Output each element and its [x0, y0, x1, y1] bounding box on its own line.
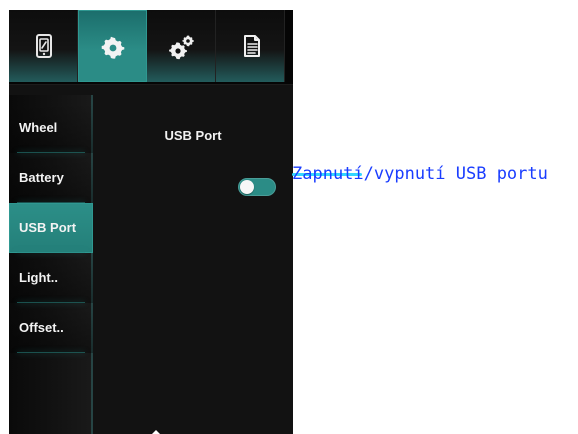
sidebar-item-label: Light..	[19, 270, 58, 285]
tab-advanced-settings[interactable]	[147, 10, 216, 82]
sidebar-item-wheel[interactable]: Wheel	[9, 103, 93, 153]
tab-phone[interactable]	[9, 10, 78, 82]
toggle-knob	[240, 180, 254, 194]
usb-port-toggle[interactable]	[238, 178, 276, 196]
sidebar-item-label: USB Port	[19, 220, 77, 235]
gear-icon	[98, 31, 128, 61]
main-panel: USB Port	[93, 95, 293, 434]
scroll-up-icon[interactable]	[149, 422, 163, 434]
top-tab-bar	[9, 10, 293, 85]
app-screen: Wheel Battery USB Port Light.. Offset.. …	[9, 10, 293, 434]
gears-icon	[167, 31, 197, 61]
sidebar-item-light[interactable]: Light..	[9, 253, 93, 303]
tab-log[interactable]	[216, 10, 285, 82]
sidebar-item-label: Wheel	[19, 120, 58, 135]
annotation-text: Zapnutí/vypnutí USB portu	[292, 164, 548, 184]
sidebar-item-battery[interactable]: Battery	[9, 153, 93, 203]
tab-settings[interactable]	[78, 10, 147, 82]
sidebar-item-usb-port[interactable]: USB Port	[9, 203, 93, 253]
phone-icon	[29, 31, 59, 61]
sidebar-item-label: Offset..	[19, 320, 64, 335]
sidebar-item-offset[interactable]: Offset..	[9, 303, 93, 353]
sidebar-item-label: Battery	[19, 170, 64, 185]
page-title: USB Port	[164, 128, 222, 143]
document-icon	[236, 31, 266, 61]
sidebar: Wheel Battery USB Port Light.. Offset..	[9, 95, 93, 434]
